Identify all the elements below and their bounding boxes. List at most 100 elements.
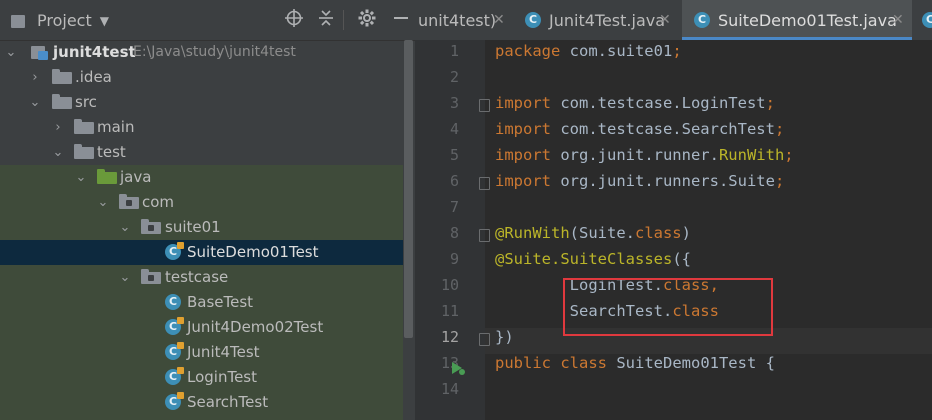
tree-item-suite01[interactable]: ⌄ suite01 — [0, 215, 403, 240]
chevron-down-icon[interactable]: ⌄ — [118, 215, 132, 240]
tree-item-com[interactable]: ⌄ com — [0, 190, 403, 215]
tab-suitedemo01test-java[interactable]: C SuiteDemo01Test.java ✕ — [682, 0, 912, 40]
line-number: 5 — [449, 146, 459, 164]
close-icon[interactable]: ✕ — [659, 12, 671, 28]
java-class-icon: C — [165, 342, 184, 360]
collapse-all-icon[interactable] — [314, 8, 338, 32]
run-test-icon[interactable] — [450, 360, 466, 376]
line-number: 12 — [440, 328, 459, 346]
chevron-down-icon[interactable]: ⌄ — [118, 265, 132, 290]
code-editor[interactable]: 1 2 3 4 5 6 7 8 9 10 11 12 13 14 package com.suite01;… — [415, 40, 932, 420]
ide-window: Project ▼ ⌄ junit4test E:\Java\study\jun… — [0, 0, 932, 420]
hide-icon[interactable] — [389, 8, 413, 32]
code-token: com.testcase.SearchTest — [560, 120, 775, 138]
line-number: 10 — [440, 276, 459, 294]
tree-item-label: main — [97, 118, 135, 136]
code-line[interactable]: import com.testcase.SearchTest; — [495, 116, 784, 142]
fold-marker[interactable] — [479, 177, 490, 190]
chevron-down-icon[interactable]: ⌄ — [4, 40, 18, 65]
chevron-right-icon[interactable]: › — [28, 65, 42, 90]
java-class-icon: C — [165, 317, 184, 335]
code-line[interactable]: }) — [495, 324, 514, 350]
tree-item-main[interactable]: › main — [0, 115, 403, 140]
line-number: 9 — [449, 250, 459, 268]
java-class-icon: C — [922, 12, 932, 28]
tree-item-searchtest[interactable]: C SearchTest — [0, 390, 403, 415]
tree-item-idea[interactable]: › .idea — [0, 65, 403, 90]
code-token: org.junit.runners.Suite — [560, 172, 775, 190]
code-token: ({ — [672, 250, 691, 268]
code-token: package — [495, 42, 570, 60]
fold-marker[interactable] — [479, 99, 490, 112]
tree-item-label: java — [120, 168, 152, 186]
tree-item-suitedemo01test[interactable]: C SuiteDemo01Test — [0, 240, 403, 265]
java-class-icon: C — [165, 392, 184, 410]
folder-icon — [52, 94, 72, 109]
code-token: ) — [681, 224, 691, 242]
project-icon — [31, 44, 49, 60]
chevron-down-icon[interactable]: ⌄ — [74, 165, 88, 190]
chevron-right-icon[interactable]: › — [51, 115, 65, 140]
java-class-icon: C — [694, 12, 710, 28]
code-token: public class — [495, 354, 617, 372]
tree-item-test[interactable]: ⌄ test — [0, 140, 403, 165]
tree-item-java[interactable]: ⌄ java — [0, 165, 403, 190]
code-token: import — [495, 94, 561, 112]
close-icon[interactable]: ✕ — [892, 12, 904, 28]
code-line[interactable]: import org.junit.runners.Suite; — [495, 168, 784, 194]
chevron-down-icon[interactable]: ⌄ — [51, 140, 65, 165]
code-token: import — [495, 146, 561, 164]
code-token: RunWith — [718, 146, 785, 164]
tree-item-logintest[interactable]: C LoginTest — [0, 365, 403, 390]
code-token: import — [495, 120, 561, 138]
code-token: @Suite. — [495, 250, 561, 268]
project-panel: Project ▼ ⌄ junit4test E:\Java\study\jun… — [0, 0, 415, 420]
editor-tabs: unit4test) ✕ C Junit4Test.java ✕ C Suite… — [415, 0, 932, 41]
tree-item-label: test — [97, 143, 126, 161]
tree-item-junit4test[interactable]: C Junit4Test — [0, 340, 403, 365]
chevron-down-icon[interactable]: ⌄ — [96, 190, 110, 215]
tree-item-label: suite01 — [165, 218, 221, 236]
project-folder-icon — [11, 13, 29, 29]
chevron-down-icon[interactable]: ⌄ — [28, 90, 42, 115]
code-token: import — [495, 172, 561, 190]
code-line[interactable]: import org.junit.runner.RunWith; — [495, 142, 794, 168]
code-token: class — [634, 224, 682, 242]
tab-overflow[interactable]: C — [912, 0, 932, 40]
package-icon — [119, 194, 139, 209]
project-panel-header: Project ▼ — [0, 0, 415, 41]
fold-marker[interactable] — [479, 229, 490, 242]
tree-item-testcase[interactable]: ⌄ testcase — [0, 265, 403, 290]
tab-unit4test[interactable]: unit4test) ✕ — [415, 0, 513, 40]
tree-item-label: com — [142, 193, 175, 211]
code-line[interactable]: @Suite.SuiteClasses({ — [495, 246, 691, 272]
header-divider — [343, 10, 344, 30]
chevron-down-icon[interactable]: ▼ — [100, 14, 109, 28]
code-line[interactable]: @RunWith(Suite.class) — [495, 220, 691, 246]
line-number: 14 — [440, 380, 459, 398]
locate-icon[interactable] — [282, 8, 306, 32]
project-view-selector[interactable]: Project ▼ — [11, 11, 109, 30]
java-class-icon: C — [525, 12, 541, 28]
code-line[interactable]: import com.testcase.LoginTest; — [495, 90, 775, 116]
fold-marker[interactable] — [479, 333, 490, 346]
tree-item-basetest[interactable]: C BaseTest — [0, 290, 403, 315]
code-line[interactable]: public class SuiteDemo01Test { — [495, 350, 775, 376]
tree-scrollbar[interactable] — [404, 40, 413, 338]
tree-item-label: BaseTest — [187, 293, 254, 311]
gear-icon[interactable] — [355, 8, 379, 32]
tree-item-label: SearchTest — [187, 393, 269, 411]
tree-item-src[interactable]: ⌄ src — [0, 90, 403, 115]
line-number: 2 — [449, 68, 459, 86]
tree-item-label: junit4test — [53, 43, 136, 61]
project-tree: ⌄ junit4test E:\Java\study\junit4test › … — [0, 40, 415, 420]
tab-junit4test-java[interactable]: C Junit4Test.java ✕ — [513, 0, 681, 40]
tree-item-label: SuiteDemo01Test — [187, 243, 319, 261]
tree-item-project[interactable]: ⌄ junit4test E:\Java\study\junit4test — [0, 40, 403, 65]
java-class-icon: C — [165, 242, 184, 260]
close-icon[interactable]: ✕ — [493, 12, 505, 28]
line-number: 1 — [449, 42, 459, 60]
tree-item-junit4demo02test[interactable]: C Junit4Demo02Test — [0, 315, 403, 340]
project-panel-title: Project — [37, 11, 92, 30]
code-line[interactable]: package com.suite01; — [495, 38, 682, 64]
